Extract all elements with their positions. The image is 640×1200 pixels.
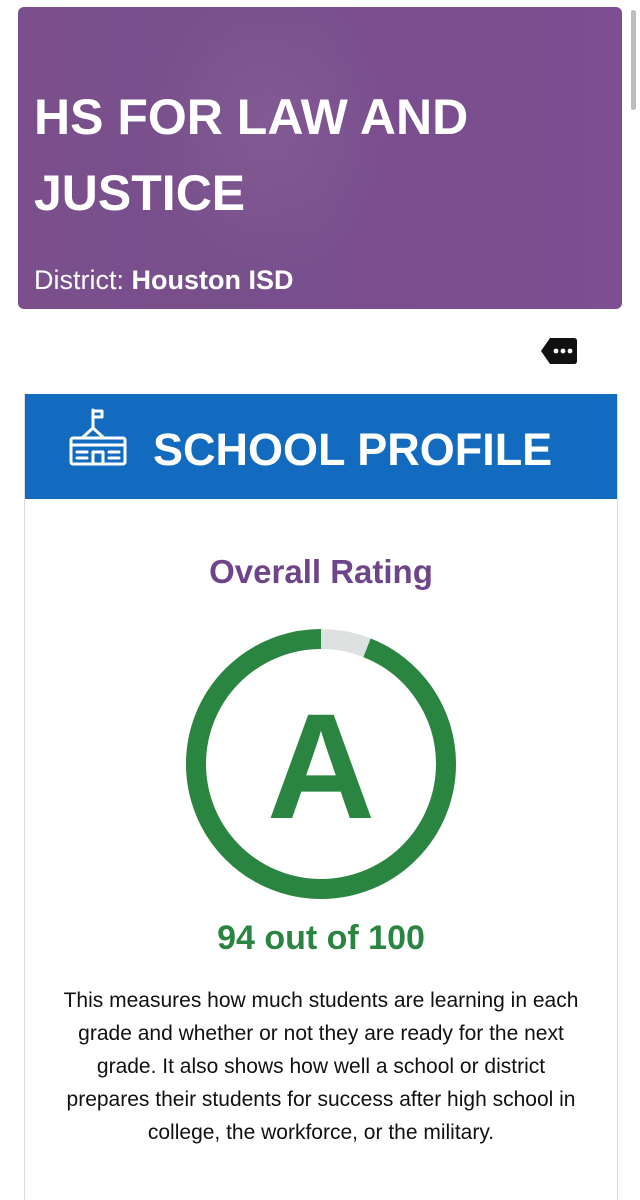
- overall-rating-label: Overall Rating: [209, 553, 433, 590]
- rating-score: 94 out of 100: [217, 919, 425, 957]
- overall-rating-gauge: A: [186, 629, 456, 899]
- school-profile-header: SCHOOL PROFILE: [25, 394, 617, 499]
- rating-description: This measures how much students are lear…: [63, 989, 579, 1144]
- rating-grade-letter: A: [267, 682, 375, 850]
- school-detail-page: HS FOR LAW AND JUSTICE District: Houston…: [0, 0, 640, 1200]
- more-dots-icon: [541, 338, 577, 364]
- school-hero-banner: HS FOR LAW AND JUSTICE District: Houston…: [18, 7, 622, 309]
- ad-options-button[interactable]: [540, 336, 578, 366]
- school-profile-card: SCHOOL PROFILE Overall Rating A 94 out o…: [24, 394, 618, 1200]
- school-building-icon: [69, 408, 127, 466]
- school-name: HS FOR LAW AND JUSTICE: [34, 89, 469, 221]
- page-scrollbar[interactable]: [631, 10, 636, 110]
- district-name: Houston ISD: [131, 265, 294, 295]
- district-line: District: Houston ISD: [34, 263, 294, 297]
- district-label: District:: [34, 265, 124, 295]
- school-profile-title: SCHOOL PROFILE: [153, 424, 553, 475]
